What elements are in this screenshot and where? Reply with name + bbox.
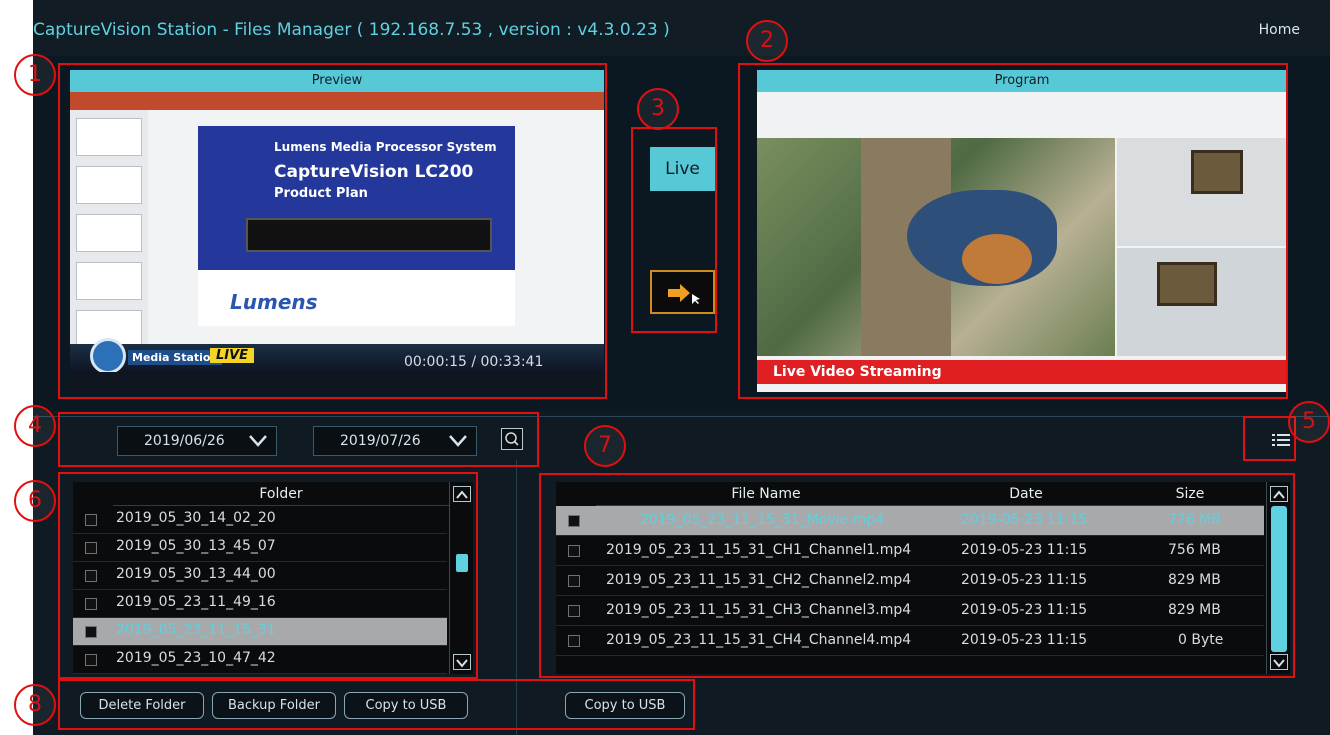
- annotation-box-folder-table: [58, 472, 478, 679]
- marker-5: 5: [1288, 401, 1330, 443]
- home-link[interactable]: Home: [1259, 22, 1300, 38]
- annotation-box-date-filter: [58, 412, 539, 467]
- app-title: CaptureVision Station - Files Manager ( …: [33, 20, 670, 40]
- annotation-box-file-table: [539, 473, 1295, 678]
- marker-4: 4: [14, 405, 56, 447]
- marker-1: 1: [14, 54, 56, 96]
- marker-7: 7: [584, 425, 626, 467]
- marker-3: 3: [637, 88, 679, 130]
- annotation-box-live-controls: [631, 127, 717, 333]
- annotation-box-preview: [58, 63, 607, 399]
- app-header: CaptureVision Station - Files Manager ( …: [33, 0, 1330, 56]
- marker-2: 2: [746, 20, 788, 62]
- marker-6: 6: [14, 480, 56, 522]
- marker-8: 8: [14, 684, 56, 726]
- annotation-box-buttons: [58, 679, 695, 730]
- annotation-box-program: [738, 63, 1288, 399]
